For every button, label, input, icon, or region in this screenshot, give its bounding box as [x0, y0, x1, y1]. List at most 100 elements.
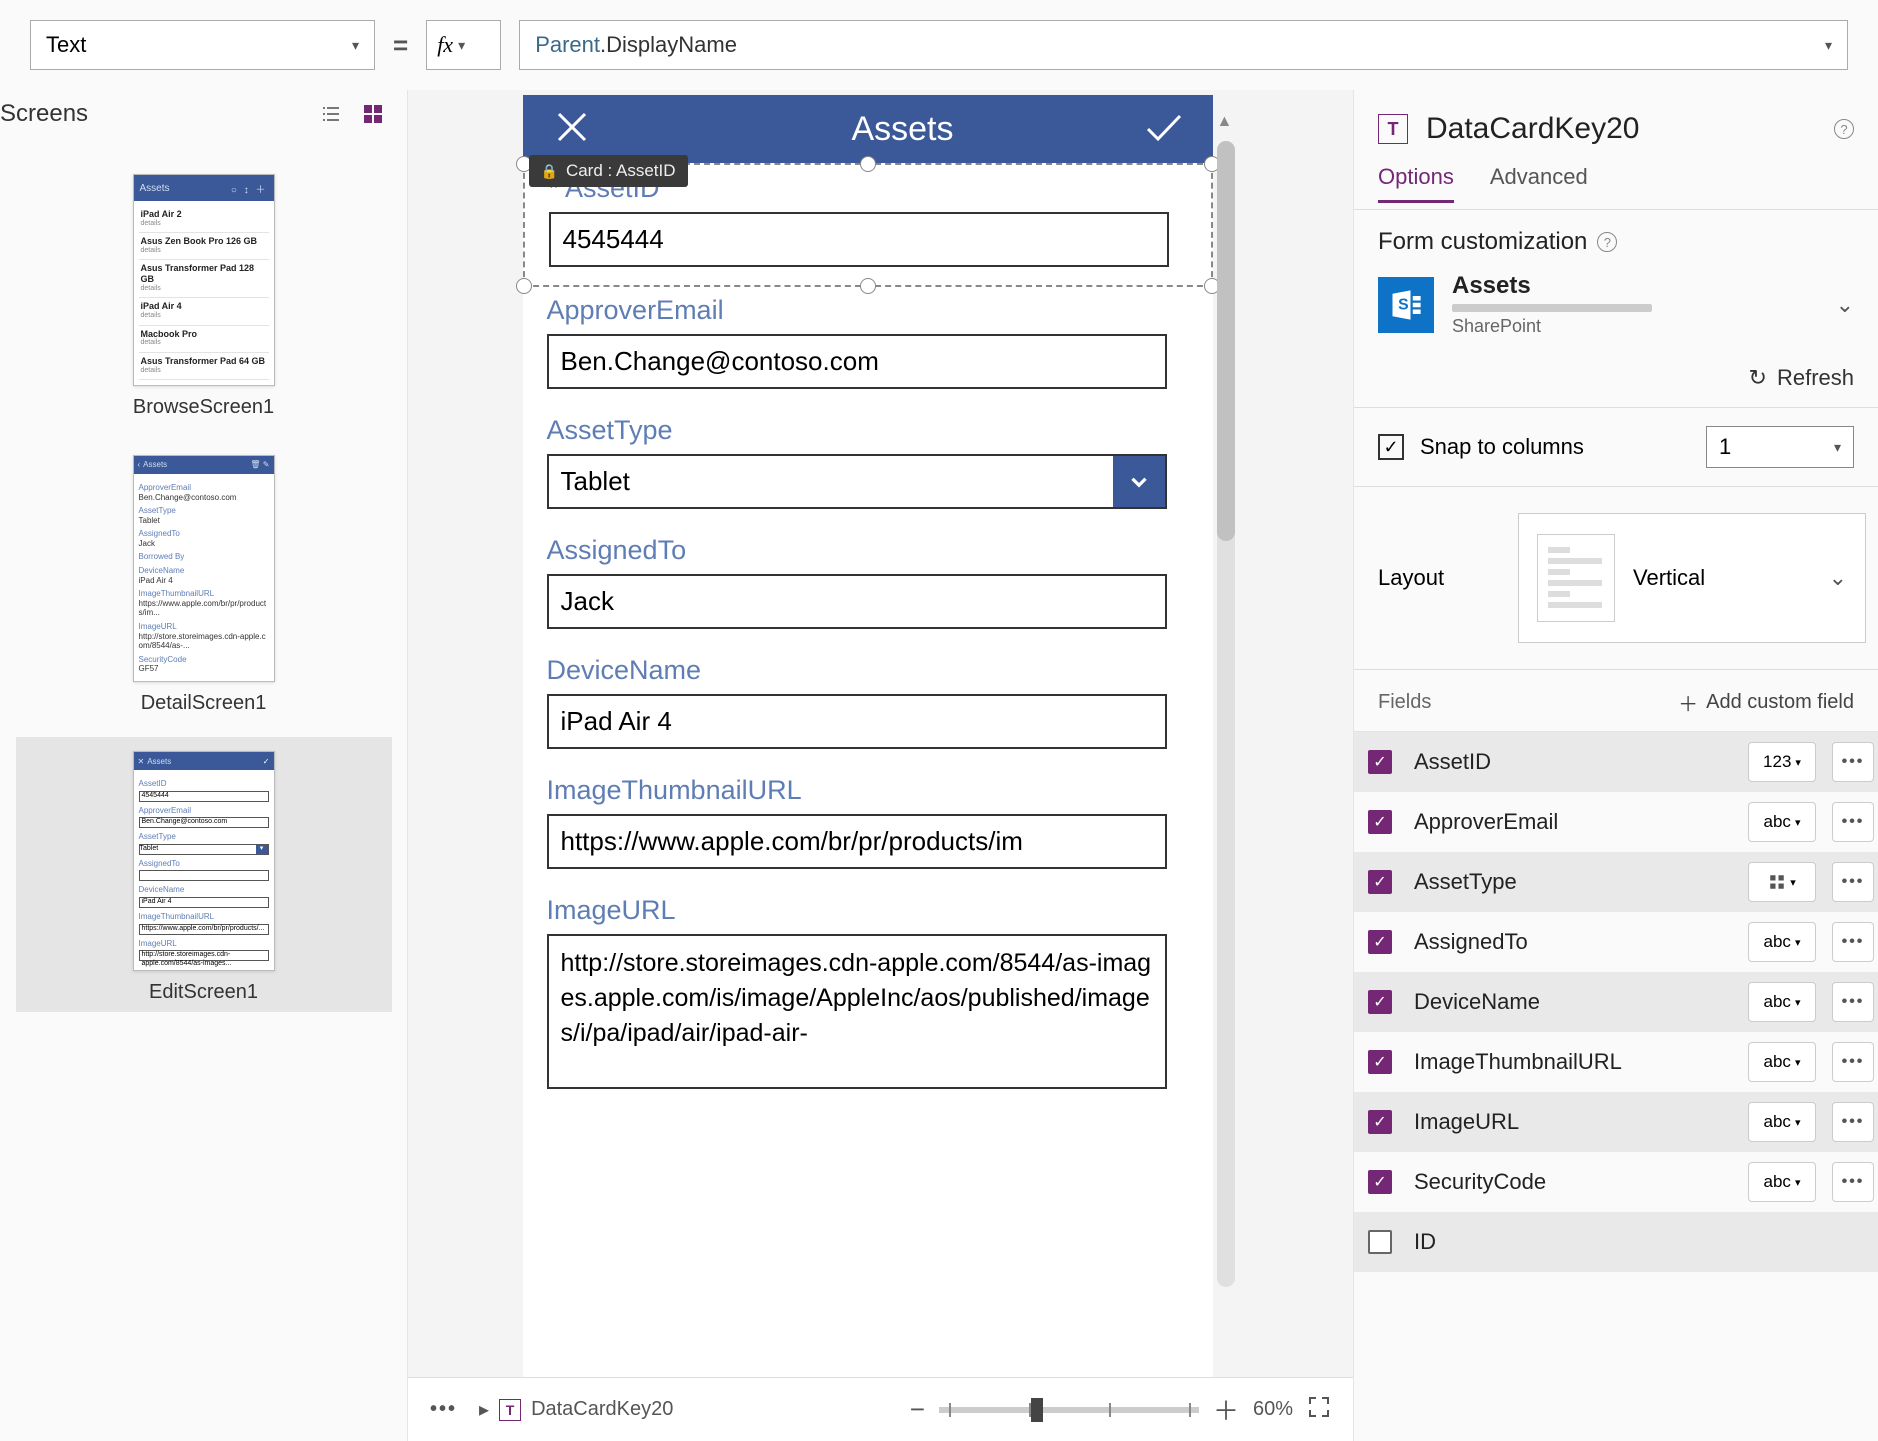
chevron-down-icon: ▾	[352, 37, 359, 54]
field-more-icon[interactable]: •••	[1832, 802, 1874, 842]
chevron-right-icon: ▸	[479, 1397, 489, 1422]
field-name: AssetType	[1402, 869, 1738, 895]
card-input[interactable]: 4545444	[549, 212, 1169, 267]
field-name: AssetID	[1402, 749, 1738, 775]
field-more-icon[interactable]: •••	[1832, 982, 1874, 1022]
card-label: DeviceName	[547, 655, 1189, 686]
more-menu-icon[interactable]: •••	[430, 1398, 457, 1421]
field-checkbox[interactable]: ✓	[1368, 1170, 1392, 1194]
list-view-icon[interactable]	[319, 102, 343, 126]
field-row[interactable]: ✓DeviceNameabc▾•••	[1354, 972, 1878, 1032]
fields-label: Fields	[1378, 691, 1431, 714]
field-name: ImageURL	[1402, 1109, 1738, 1135]
field-checkbox[interactable]: ✓	[1368, 990, 1392, 1014]
screen-thumbnail-detail[interactable]: ‹Assets🗑 ✎ ApproverEmailBen.Change@conto…	[16, 441, 392, 723]
field-more-icon[interactable]: •••	[1832, 922, 1874, 962]
add-custom-field-button[interactable]: ＋Add custom field	[1678, 688, 1854, 717]
form-card[interactable]: AssignedToJack	[523, 527, 1213, 647]
card-label: ImageURL	[547, 895, 1189, 926]
field-checkbox[interactable]: ✓	[1368, 1230, 1392, 1254]
field-checkbox[interactable]: ✓	[1368, 810, 1392, 834]
tab-advanced[interactable]: Advanced	[1490, 164, 1588, 203]
submit-icon[interactable]	[1138, 102, 1188, 157]
form-card[interactable]: DeviceName iPad Air 4	[523, 647, 1213, 767]
card-textarea[interactable]: http://store.storeimages.cdn-apple.com/8…	[547, 934, 1167, 1089]
screen-thumbnail-browse[interactable]: Assets○ ↕ ＋ iPad Air 2detailsAsus Zen Bo…	[16, 160, 392, 427]
field-more-icon[interactable]: •••	[1832, 742, 1874, 782]
card-input[interactable]: https://www.apple.com/br/pr/products/im	[547, 814, 1167, 869]
data-source-picker[interactable]: S Assets SharePoint ⌄	[1378, 272, 1854, 337]
card-input[interactable]: Ben.Change@contoso.com	[547, 334, 1167, 389]
field-type-selector[interactable]: abc▾	[1748, 982, 1816, 1022]
field-checkbox[interactable]: ✓	[1368, 870, 1392, 894]
refresh-button[interactable]: ↻ Refresh	[1354, 355, 1878, 407]
form-card[interactable]: ApproverEmailBen.Change@contoso.com	[523, 287, 1213, 407]
resize-handle[interactable]	[860, 278, 876, 294]
status-bar: ••• ▸ T DataCardKey20 − ＋ 60%	[408, 1377, 1353, 1441]
field-type-selector[interactable]: abc▾	[1748, 1162, 1816, 1202]
selected-control-name: DataCardKey20	[1426, 112, 1639, 146]
card-select[interactable]: Tablet	[547, 454, 1167, 509]
field-more-icon[interactable]: •••	[1832, 862, 1874, 902]
formula-input[interactable]: Parent.DisplayName ▾	[519, 20, 1848, 70]
screen-name-label: DetailScreen1	[141, 692, 267, 715]
form-card[interactable]: ImageURL http://store.storeimages.cdn-app…	[523, 887, 1213, 1107]
field-type-selector[interactable]: abc▾	[1748, 922, 1816, 962]
screens-panel: Screens Assets○ ↕ ＋ iPad Air 2detailsAsu…	[0, 90, 408, 1441]
field-row[interactable]: ✓ ImageURL abc▾ •••	[1354, 1092, 1878, 1152]
field-row[interactable]: ✓ImageThumbnailURLabc▾•••	[1354, 1032, 1878, 1092]
columns-count-select[interactable]: 1 ▾	[1706, 426, 1854, 468]
layout-vertical-icon	[1537, 534, 1615, 622]
grid-view-icon[interactable]	[361, 102, 385, 126]
fx-button[interactable]: fx ▾	[426, 20, 501, 70]
layout-picker[interactable]: Vertical ⌄	[1518, 513, 1866, 643]
zoom-in-button[interactable]: ＋	[1213, 1391, 1239, 1428]
card-input[interactable]: iPad Air 4	[547, 694, 1167, 749]
property-selector[interactable]: Text ▾	[30, 20, 375, 70]
breadcrumb[interactable]: ▸ T DataCardKey20	[479, 1397, 673, 1422]
cancel-icon[interactable]	[547, 102, 597, 157]
field-type-selector[interactable]: abc▾	[1748, 1102, 1816, 1142]
field-type-selector[interactable]: abc▾	[1748, 802, 1816, 842]
field-name: ApproverEmail	[1402, 809, 1738, 835]
field-more-icon[interactable]: •••	[1832, 1162, 1874, 1202]
add-custom-field-label: Add custom field	[1706, 691, 1854, 714]
field-row[interactable]: ✓SecurityCodeabc▾•••	[1354, 1152, 1878, 1212]
field-row[interactable]: ✓ ID	[1354, 1212, 1878, 1272]
field-name: ID	[1402, 1229, 1874, 1255]
field-type-selector[interactable]: abc▾	[1748, 1042, 1816, 1082]
chevron-down-icon: ▾	[1825, 37, 1832, 54]
screen-thumbnail-edit[interactable]: ✕Assets✓ AssetID4545444ApproverEmailBen.…	[16, 737, 392, 1012]
field-row[interactable]: ✓ AssetID 123▾ •••	[1354, 732, 1878, 792]
field-row[interactable]: ✓ AssetType ▾ •••	[1354, 852, 1878, 912]
field-checkbox[interactable]: ✓	[1368, 1050, 1392, 1074]
zoom-out-button[interactable]: −	[910, 1394, 925, 1425]
field-checkbox[interactable]: ✓	[1368, 1110, 1392, 1134]
scroll-up-icon[interactable]: ▲	[1217, 113, 1235, 131]
form-card[interactable]: ImageThumbnailURLhttps://www.apple.com/b…	[523, 767, 1213, 887]
field-type-selector[interactable]: 123▾	[1748, 742, 1816, 782]
field-more-icon[interactable]: •••	[1832, 1102, 1874, 1142]
resize-handle[interactable]	[860, 156, 876, 172]
snap-to-columns-checkbox[interactable]: ✓	[1378, 434, 1404, 460]
card-input[interactable]: Jack	[547, 574, 1167, 629]
help-icon[interactable]: ?	[1597, 232, 1617, 252]
zoom-slider[interactable]	[939, 1407, 1199, 1413]
field-more-icon[interactable]: •••	[1832, 1042, 1874, 1082]
canvas[interactable]: 🔒 Card : AssetID Assets * AssetID4545444…	[523, 95, 1213, 1441]
fit-to-screen-icon[interactable]	[1307, 1395, 1331, 1425]
field-checkbox[interactable]: ✓	[1368, 930, 1392, 954]
field-type-selector[interactable]: ▾	[1748, 862, 1816, 902]
properties-panel: T DataCardKey20 ? Options Advanced Form …	[1353, 90, 1878, 1441]
help-icon[interactable]: ?	[1834, 119, 1854, 139]
chevron-down-icon[interactable]: ⌄	[1836, 292, 1854, 318]
canvas-scrollbar[interactable]: ▲	[1213, 95, 1239, 1305]
field-row[interactable]: ✓AssignedToabc▾•••	[1354, 912, 1878, 972]
form-card[interactable]: AssetTypeTablet	[523, 407, 1213, 527]
screens-panel-title: Screens	[0, 100, 88, 128]
resize-handle[interactable]	[516, 278, 532, 294]
field-row[interactable]: ✓ ApproverEmail abc▾ •••	[1354, 792, 1878, 852]
tab-options[interactable]: Options	[1378, 164, 1454, 203]
data-source-type: SharePoint	[1452, 316, 1818, 337]
field-checkbox[interactable]: ✓	[1368, 750, 1392, 774]
